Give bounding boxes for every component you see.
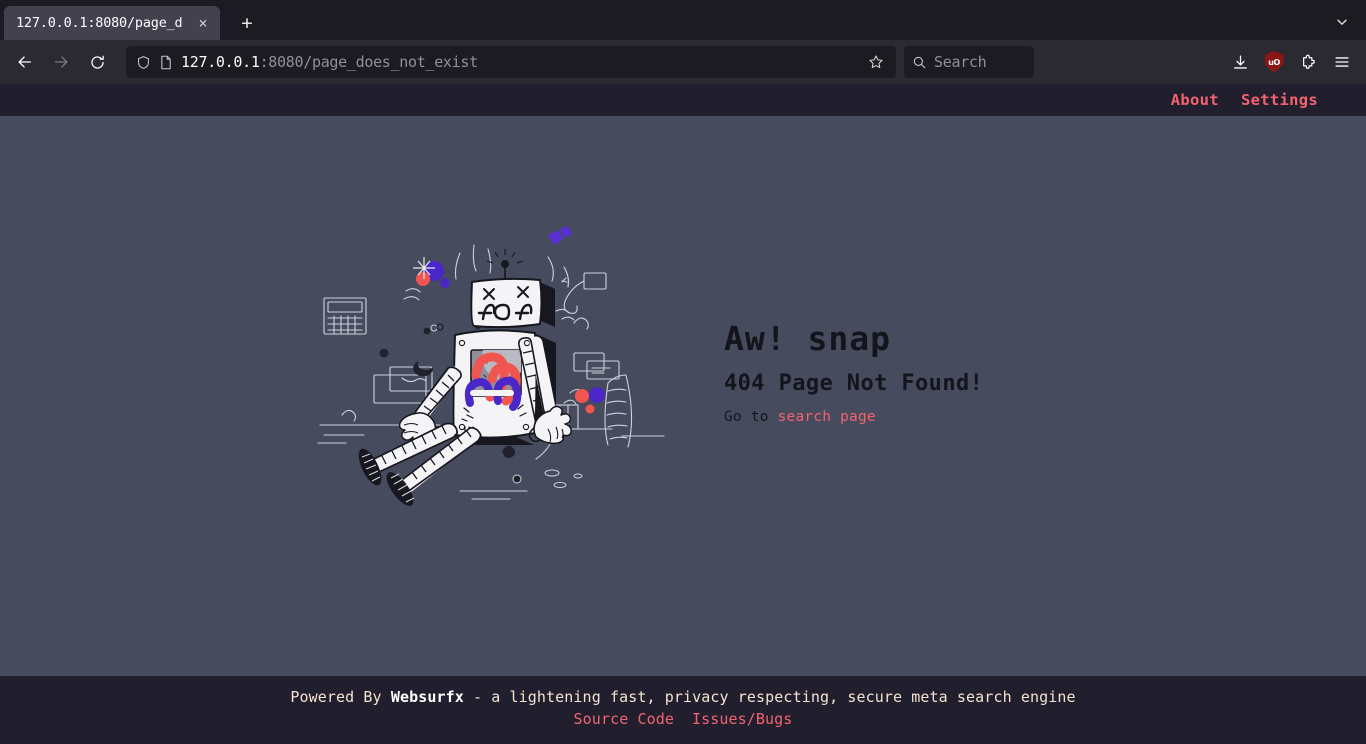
footer-links: Source Code Issues/Bugs	[0, 710, 1366, 728]
footer-brand: Websurfx	[390, 688, 464, 706]
browser-window: 127.0.0.1:8080/page_d × + 127.0.0.1:8080…	[0, 0, 1366, 744]
url-path: :8080/page_does_not_exist	[259, 53, 479, 71]
forward-button[interactable]	[44, 46, 78, 78]
extensions-icon[interactable]	[1292, 46, 1324, 78]
site-footer: Powered By Websurfx - a lightening fast,…	[0, 676, 1366, 744]
goto-prefix: Go to	[724, 408, 778, 425]
chevron-down-icon[interactable]	[1328, 8, 1356, 36]
footer-link-issues[interactable]: Issues/Bugs	[692, 710, 792, 728]
page-content: About Settings Aw! snap 404 Page Not Fou…	[0, 84, 1366, 744]
page-icon	[159, 55, 173, 70]
navigation-toolbar: 127.0.0.1:8080/page_does_not_exist Searc…	[0, 40, 1366, 84]
tab-title: 127.0.0.1:8080/page_d	[16, 15, 183, 31]
close-icon[interactable]: ×	[194, 14, 212, 32]
url-bar[interactable]: 127.0.0.1:8080/page_does_not_exist	[126, 46, 896, 78]
footer-link-source-code[interactable]: Source Code	[574, 710, 674, 728]
ublock-badge: uO	[1264, 51, 1284, 73]
error-subhead: 404 Page Not Found!	[724, 370, 984, 396]
back-button[interactable]	[8, 46, 42, 78]
error-headline: Aw! snap	[724, 319, 891, 359]
footer-tagline: Powered By Websurfx - a lightening fast,…	[0, 688, 1366, 706]
reload-button[interactable]	[80, 46, 114, 78]
hamburger-menu-icon[interactable]	[1326, 46, 1358, 78]
tab-bar: 127.0.0.1:8080/page_d × +	[0, 0, 1366, 40]
search-icon	[912, 55, 927, 70]
url-host: 127.0.0.1	[181, 53, 260, 71]
url-text: 127.0.0.1:8080/page_does_not_exist	[181, 53, 854, 71]
footer-tagline-text: - a lightening fast, privacy respecting,…	[463, 688, 1076, 706]
site-header: About Settings	[0, 84, 1366, 116]
search-input[interactable]: Search	[934, 53, 987, 71]
goto-search-line: Go to search page	[724, 409, 1054, 425]
toolbar-actions: uO	[1216, 46, 1358, 78]
browser-tab[interactable]: 127.0.0.1:8080/page_d ×	[4, 6, 220, 40]
shield-icon[interactable]	[136, 55, 151, 70]
ublock-origin-icon[interactable]: uO	[1258, 46, 1290, 78]
download-icon[interactable]	[1224, 46, 1256, 78]
search-bar[interactable]: Search	[904, 46, 1034, 78]
nav-link-about[interactable]: About	[1171, 91, 1219, 109]
search-page-link[interactable]: search page	[778, 409, 876, 425]
broken-robot-404-illustration	[317, 226, 665, 506]
error-text-block: Aw! snap 404 Page Not Found! Go to searc…	[724, 319, 1054, 425]
star-icon[interactable]	[862, 48, 890, 76]
nav-link-settings[interactable]: Settings	[1241, 91, 1318, 109]
footer-powered-prefix: Powered By	[290, 688, 391, 706]
error-main: Aw! snap 404 Page Not Found! Go to searc…	[0, 116, 1366, 676]
new-tab-button[interactable]: +	[232, 8, 262, 38]
